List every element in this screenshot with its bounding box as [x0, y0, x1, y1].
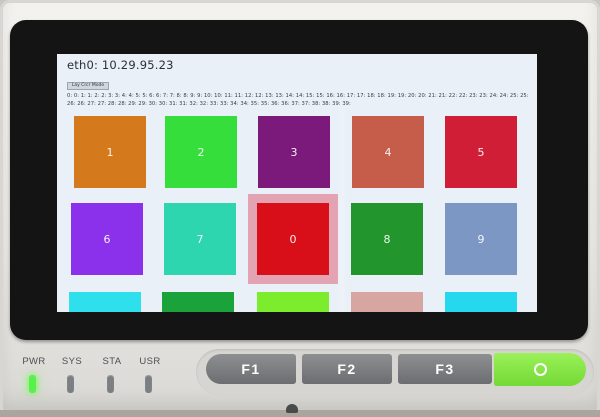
screen-glare [337, 109, 347, 312]
touch-screen[interactable]: eth0: 10.29.95.23 Lay Crcr Mode 0: 0: 1:… [57, 54, 537, 312]
color-tile[interactable]: 6 [71, 203, 143, 275]
tile-label: 6 [103, 232, 111, 246]
led-sys: SYS [52, 356, 92, 393]
tile-label: 0 [289, 232, 297, 246]
mode-button[interactable]: Lay Crcr Mode [67, 82, 109, 90]
color-tile[interactable] [445, 292, 517, 312]
tile-label: 3 [290, 145, 298, 159]
tile-label: 4 [384, 145, 392, 159]
circle-icon [533, 363, 547, 376]
color-tile[interactable]: 9 [445, 203, 517, 275]
color-tile[interactable]: 3 [258, 116, 330, 188]
hardware-button-bar: F1 F2 F3 [196, 349, 594, 395]
color-tile[interactable]: 4 [352, 116, 424, 188]
tile-label: 5 [477, 145, 485, 159]
f1-button[interactable]: F1 [206, 354, 296, 384]
power-led-icon [29, 375, 36, 393]
f2-button[interactable]: F2 [302, 354, 392, 384]
color-tile[interactable] [162, 292, 234, 312]
led-label: SYS [61, 356, 83, 367]
ip-address-label: eth0: 10.29.95.23 [67, 58, 174, 72]
status-led-panel: PWR SYS STA USR [14, 356, 184, 406]
color-tile[interactable] [351, 292, 423, 312]
tile-label: 7 [196, 232, 204, 246]
tile-label: 8 [383, 232, 391, 246]
color-tile[interactable]: 8 [351, 203, 423, 275]
status-led-icon [107, 375, 114, 393]
color-tile[interactable] [69, 292, 141, 312]
surface [0, 410, 600, 417]
led-label: USR [139, 356, 161, 367]
led-pwr: PWR [14, 356, 54, 393]
tile-label: 2 [197, 145, 205, 159]
led-sta: STA [92, 356, 132, 393]
user-led-icon [145, 375, 152, 393]
led-label: STA [102, 356, 122, 367]
f3-button[interactable]: F3 [398, 354, 492, 384]
audio-port-icon [286, 404, 298, 413]
color-tile[interactable]: 2 [165, 116, 237, 188]
ok-button[interactable] [494, 353, 586, 386]
color-tile[interactable] [257, 292, 329, 312]
led-usr: USR [130, 356, 170, 393]
system-led-icon [67, 375, 74, 393]
tile-label: 9 [477, 232, 485, 246]
tile-label: 1 [106, 145, 114, 159]
led-label: PWR [22, 356, 46, 367]
color-tile[interactable]: 7 [164, 203, 236, 275]
color-tile-selected[interactable]: 0 [257, 203, 329, 275]
color-tile[interactable]: 1 [74, 116, 146, 188]
counter-text: 0: 0: 1: 1: 2: 2: 3: 3: 4: 4: 5: 5: 6: 6… [67, 93, 529, 107]
color-tile[interactable]: 5 [445, 116, 517, 188]
